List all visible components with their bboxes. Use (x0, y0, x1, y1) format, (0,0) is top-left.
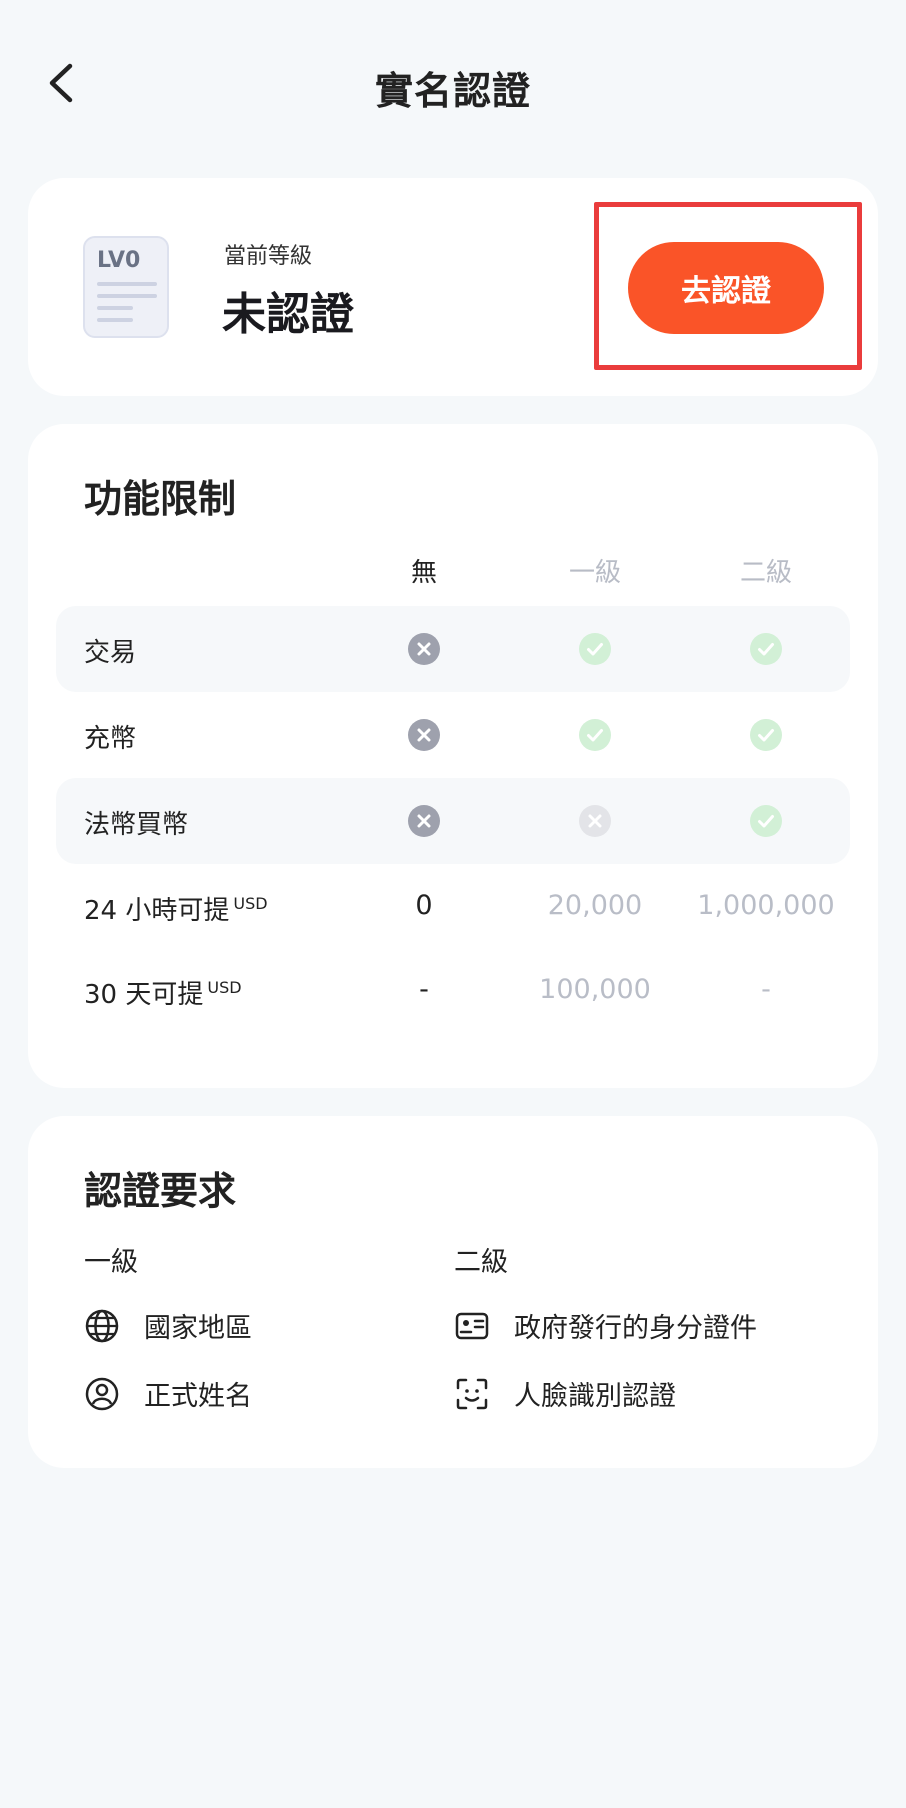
face-scan-icon (456, 1378, 488, 1409)
row-label-24h-withdraw: 24 小時可提 USD (84, 890, 268, 927)
cross-icon (578, 804, 612, 838)
requirements-level1-label: 一級 (84, 1247, 138, 1278)
id-card-icon (455, 1312, 489, 1339)
verification-page: 實名認證 LV0 當前等級 未認證 去認證 功能限制 無 一級 二級 交易 充幣… (0, 0, 906, 1808)
requirement-text: 國家地區 (144, 1313, 252, 1344)
level-badge-icon: LV0 (83, 236, 169, 338)
current-level-value: 未認證 (222, 289, 354, 340)
check-icon (749, 632, 783, 666)
row-label-text: 30 天可提 (84, 980, 204, 1010)
cross-icon (407, 718, 441, 752)
check-icon (749, 804, 783, 838)
cross-icon (407, 632, 441, 666)
cross-icon (407, 804, 441, 838)
badge-line (97, 306, 133, 310)
column-header-level1: 一級 (568, 558, 621, 588)
unit-label: USD (233, 894, 268, 914)
unit-label: USD (207, 978, 242, 998)
limit-value: - (419, 974, 429, 1005)
check-icon (578, 632, 612, 666)
row-label-trade: 交易 (84, 638, 137, 668)
level-badge-text: LV0 (97, 248, 141, 273)
row-label-text: 24 小時可提 (84, 896, 230, 926)
requirement-item: 正式姓名 (84, 1374, 252, 1413)
header: 實名認證 (0, 40, 906, 126)
level-card: LV0 當前等級 未認證 去認證 (28, 178, 878, 396)
requirements-title: 認證要求 (84, 1169, 237, 1213)
user-circle-icon (85, 1377, 119, 1410)
badge-line (97, 282, 157, 286)
check-icon (578, 718, 612, 752)
limit-value: 20,000 (547, 890, 643, 921)
row-background (56, 606, 850, 692)
column-header-level2: 二級 (739, 558, 792, 588)
limit-value: 100,000 (539, 974, 651, 1005)
limits-title: 功能限制 (84, 477, 237, 521)
requirement-item: 國家地區 (84, 1306, 252, 1345)
row-label-fiat-buy: 法幣買幣 (84, 810, 189, 840)
badge-line (97, 318, 133, 322)
limit-value: 1,000,000 (697, 890, 835, 921)
row-label-30d-withdraw: 30 天可提 USD (84, 974, 242, 1011)
requirement-text: 政府發行的身分證件 (514, 1313, 757, 1344)
badge-line (97, 294, 157, 298)
requirement-text: 正式姓名 (144, 1381, 252, 1412)
current-level-caption: 當前等級 (224, 244, 313, 269)
limit-value: - (761, 974, 771, 1005)
check-icon (749, 718, 783, 752)
requirement-text: 人臉識別認證 (514, 1381, 676, 1412)
requirement-item: 人臉識別認證 (454, 1374, 676, 1413)
feature-limits-card: 功能限制 無 一級 二級 交易 充幣 法幣買幣 24 小時可提 USD 0 20… (28, 424, 878, 1088)
requirements-card: 認證要求 一級 二級 國家地區 正式姓名 政府發行的身分證件 人臉識別認證 (28, 1116, 878, 1468)
start-verification-button[interactable]: 去認證 (628, 242, 824, 334)
requirement-item: 政府發行的身分證件 (454, 1306, 757, 1345)
page-title: 實名認證 (374, 69, 531, 113)
limit-value: 0 (415, 890, 433, 921)
globe-icon (85, 1309, 119, 1342)
row-label-deposit: 充幣 (84, 724, 137, 754)
column-header-none: 無 (410, 558, 437, 588)
requirements-level2-label: 二級 (454, 1247, 508, 1278)
